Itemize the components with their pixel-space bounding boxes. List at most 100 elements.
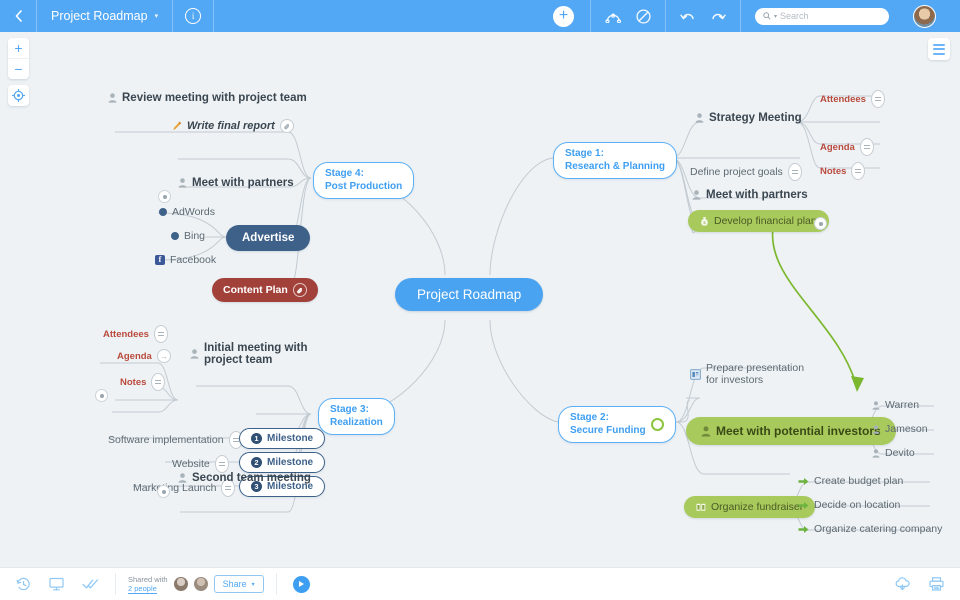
stage-node-4[interactable]: Stage 4: Post Production: [313, 162, 415, 199]
circle-dot-icon: [159, 208, 167, 216]
info-button[interactable]: i: [173, 0, 215, 32]
canvas-menu-button[interactable]: [928, 38, 950, 60]
hamburger-line: [933, 48, 945, 50]
node-website[interactable]: Website: [172, 455, 229, 473]
top-toolbar: Project Roadmap ▾ i + ▾ Search: [0, 0, 960, 32]
hamburger-line: [933, 52, 945, 55]
stage-node-2[interactable]: Stage 2: Secure Funding: [558, 406, 676, 443]
node-agenda-s3[interactable]: Agenda →: [117, 349, 171, 363]
node-strategy-meeting[interactable]: Strategy Meeting: [695, 112, 802, 124]
node-label: Facebook: [170, 254, 217, 266]
collaborator-avatar[interactable]: [193, 577, 208, 591]
link-arrow-icon[interactable]: →: [156, 349, 171, 363]
node-label: Content Plan: [223, 284, 288, 296]
note-icon[interactable]: [787, 163, 802, 181]
shared-count-link[interactable]: 2 people: [128, 584, 157, 594]
node-attendees-s3[interactable]: Attendees: [103, 325, 168, 343]
stage-4-label: Stage 4: Post Production: [325, 168, 403, 192]
search-filter-caret: ▾: [774, 13, 778, 20]
node-decide-on-location[interactable]: Decide on location: [798, 499, 900, 511]
node-label: Advertise: [242, 232, 295, 244]
node-label: Milestone: [267, 433, 314, 444]
search-input[interactable]: ▾ Search: [755, 7, 889, 25]
node-jameson[interactable]: Jameson: [872, 423, 928, 435]
attachment-icon[interactable]: [292, 283, 307, 297]
node-label: Decide on location: [814, 499, 901, 511]
node-define-project-goals[interactable]: Define project goals: [690, 163, 802, 181]
collaborator-avatar[interactable]: [173, 577, 188, 591]
node-develop-financial-plan[interactable]: $ Develop financial plan: [688, 210, 829, 232]
node-meet-partners-s4[interactable]: Meet with partners: [178, 177, 294, 189]
node-review-meeting[interactable]: Review meeting with project team: [108, 92, 307, 104]
note-icon[interactable]: [859, 138, 874, 156]
node-milestone-2[interactable]: 2 Milestone: [239, 452, 326, 473]
node-label: Organize catering company: [814, 523, 943, 535]
back-button[interactable]: [0, 0, 37, 32]
node-software-implementation[interactable]: Software implementation: [108, 431, 243, 449]
node-attendees-s1[interactable]: Attendees: [820, 90, 885, 108]
no-entry-icon[interactable]: [636, 8, 651, 24]
node-create-budget-plan[interactable]: Create budget plan: [798, 475, 903, 487]
stage-node-3[interactable]: Stage 3: Realization: [318, 398, 395, 435]
undo-icon[interactable]: [680, 10, 696, 23]
mindmap-canvas[interactable]: + − Project Roadmap Stage 1: Research & …: [0, 32, 960, 568]
share-label: Share: [222, 579, 247, 589]
node-label: Notes: [120, 376, 147, 388]
note-icon[interactable]: [870, 90, 885, 108]
node-devito[interactable]: Devito: [872, 447, 915, 459]
document-title-menu[interactable]: Project Roadmap ▾: [37, 0, 174, 32]
expand-knob[interactable]: [95, 389, 108, 402]
node-bing[interactable]: Bing: [171, 230, 205, 242]
note-icon[interactable]: [153, 325, 168, 343]
node-facebook[interactable]: f Facebook: [155, 254, 216, 266]
node-adwords[interactable]: AdWords: [159, 206, 215, 218]
note-icon[interactable]: [851, 162, 866, 180]
node-label: Software implementation: [108, 434, 224, 446]
node-agenda-s1[interactable]: Agenda: [820, 138, 874, 156]
node-label: Devito: [885, 447, 915, 459]
presentation-icon[interactable]: [49, 577, 64, 591]
add-node-button[interactable]: +: [553, 5, 574, 27]
share-button[interactable]: Share ▾: [213, 575, 264, 593]
play-button[interactable]: [292, 575, 310, 593]
node-notes-s1[interactable]: Notes: [820, 162, 866, 180]
print-icon[interactable]: [929, 577, 944, 591]
node-notes-s3[interactable]: Notes: [120, 373, 166, 391]
node-organize-fundraiser[interactable]: Organize fundraiser: [684, 496, 816, 518]
redo-icon[interactable]: [710, 10, 726, 23]
node-second-team-meeting[interactable]: Second team meeting: [178, 472, 311, 484]
root-node[interactable]: Project Roadmap: [395, 278, 544, 311]
history-clock-icon[interactable]: [16, 577, 31, 592]
cloud-download-icon[interactable]: [894, 577, 911, 591]
node-label: Strategy Meeting: [709, 112, 802, 124]
stage-node-1[interactable]: Stage 1: Research & Planning: [553, 142, 678, 179]
undo-redo-group: [665, 0, 740, 32]
node-milestone-1[interactable]: 1 Milestone: [239, 428, 326, 449]
center-map-button[interactable]: [8, 85, 29, 106]
presentation-play-group: [277, 568, 326, 600]
node-meet-potential-investors[interactable]: Meet with potential investors: [686, 417, 896, 445]
node-prepare-presentation[interactable]: Prepare presentation for investors: [690, 362, 804, 386]
zoom-in-button[interactable]: +: [8, 38, 29, 59]
node-initial-meeting[interactable]: Initial meeting with project team: [190, 342, 308, 366]
ticket-icon: [696, 503, 706, 511]
node-meet-partners-s1[interactable]: Meet with partners: [692, 189, 808, 201]
node-advertise[interactable]: Advertise: [226, 225, 311, 251]
node-content-plan[interactable]: Content Plan: [212, 278, 318, 302]
node-write-final-report[interactable]: Write final report: [172, 119, 294, 133]
expand-knob[interactable]: [814, 217, 827, 230]
avatar[interactable]: [913, 4, 936, 28]
double-check-icon[interactable]: [82, 578, 99, 590]
zoom-out-button[interactable]: −: [8, 59, 29, 79]
milestone-number: 1: [251, 433, 262, 444]
note-icon[interactable]: [214, 455, 229, 473]
node-organize-catering[interactable]: Organize catering company: [798, 523, 942, 535]
node-warren[interactable]: Warren: [872, 399, 919, 411]
note-icon[interactable]: [151, 373, 166, 391]
attachment-icon[interactable]: [279, 119, 294, 133]
node-label: Initial meeting with project team: [204, 342, 308, 366]
expand-knob[interactable]: [158, 190, 171, 203]
relationship-icon[interactable]: [605, 10, 622, 23]
search-icon: [763, 12, 771, 20]
expand-knob[interactable]: [157, 485, 170, 498]
